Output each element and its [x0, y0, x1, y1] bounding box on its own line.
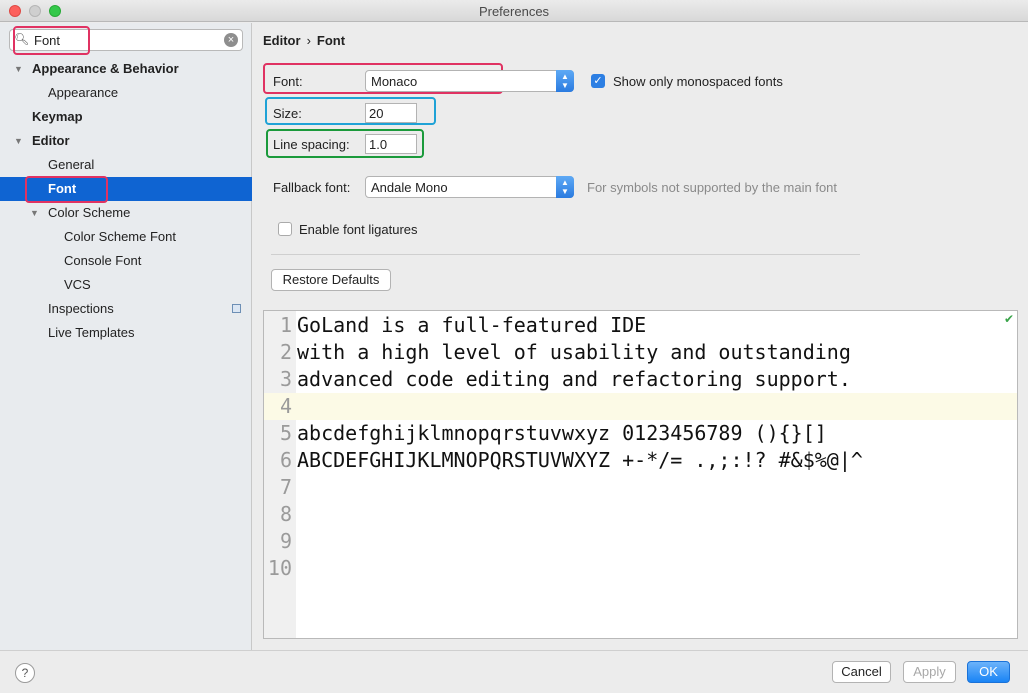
preview-line: 1 GoLand is a full-featured IDE — [264, 312, 1017, 339]
breadcrumb-parent[interactable]: Editor — [263, 33, 301, 48]
chevron-down-icon: ▼ — [30, 208, 39, 218]
fallback-font-label: Fallback font: — [273, 180, 351, 195]
preview-line-current: 4 — [264, 393, 1017, 420]
sidebar-item-live-templates[interactable]: Live Templates — [0, 321, 252, 345]
stepper-icon: ▲ ▼ — [556, 70, 574, 92]
stepper-icon: ▲ ▼ — [556, 176, 574, 198]
sidebar-item-color-scheme-font[interactable]: Color Scheme Font — [0, 225, 252, 249]
line-number: 4 — [279, 394, 292, 418]
sidebar-item-keymap[interactable]: Keymap — [0, 105, 252, 129]
title-bar: Preferences — [0, 0, 1028, 22]
font-select[interactable]: Monaco ▲ ▼ — [365, 70, 574, 92]
clear-icon[interactable]: × — [224, 33, 238, 47]
sidebar-item-editor[interactable]: ▼ Editor — [0, 129, 252, 153]
font-select-value: Monaco — [371, 74, 418, 89]
checkmark-icon: ✓ — [593, 75, 603, 87]
line-spacing-field[interactable]: 1.0 — [365, 134, 417, 154]
line-number: 10 — [267, 556, 292, 580]
fallback-font-value: Andale Mono — [371, 180, 448, 195]
search-highlight-box — [13, 26, 90, 55]
monospaced-checkbox[interactable]: ✓ — [591, 74, 605, 88]
preview-line: 6 ABCDEFGHIJKLMNOPQRSTUVWXYZ +-*/= .,;:!?… — [264, 447, 1017, 474]
window-title: Preferences — [478, 4, 550, 19]
sidebar-item-vcs[interactable]: VCS — [0, 273, 252, 297]
line-number: 5 — [279, 421, 292, 445]
line-number: 9 — [279, 529, 292, 553]
sidebar-item-label: VCS — [64, 277, 91, 292]
restore-defaults-button[interactable]: Restore Defaults — [271, 269, 391, 291]
line-text: advanced code editing and refactoring su… — [297, 367, 851, 391]
line-text: GoLand is a full-featured IDE — [297, 313, 647, 337]
breadcrumb-current: Font — [316, 33, 346, 48]
ligatures-label: Enable font ligatures — [299, 222, 418, 237]
preview-line: 10 — [264, 555, 1017, 582]
ligatures-checkbox[interactable] — [278, 222, 292, 236]
cancel-button[interactable]: Cancel — [832, 661, 891, 683]
section-divider — [271, 254, 860, 255]
monospaced-label: Show only monospaced fonts — [613, 74, 783, 89]
fallback-note: For symbols not supported by the main fo… — [587, 180, 838, 195]
sidebar-item-label: General — [48, 157, 95, 172]
preview-line: 8 — [264, 501, 1017, 528]
font-item-highlight-box — [25, 176, 108, 203]
sidebar-item-appearance[interactable]: Appearance — [0, 81, 252, 105]
sidebar-item-color-scheme[interactable]: ▼ Color Scheme — [0, 201, 252, 225]
sidebar-item-label: Appearance — [48, 85, 119, 100]
chevron-down-icon: ▼ — [14, 64, 23, 74]
sidebar-item-general[interactable]: General — [0, 153, 252, 177]
preview-line: 2 with a high level of usability and outs… — [264, 339, 1017, 366]
sidebar-item-label: Keymap — [32, 109, 83, 124]
settings-sidebar: 🔍︎ Font × ▼ Appearance & Behavior Appear… — [0, 23, 252, 650]
breadcrumb: Editor › Font — [263, 33, 345, 48]
line-text: with a high level of usability and outst… — [297, 340, 851, 364]
line-spacing-label: Line spacing: — [273, 137, 350, 152]
sidebar-item-label: Editor — [32, 133, 70, 148]
preview-line: 3 advanced code editing and refactoring s… — [264, 366, 1017, 393]
font-label: Font: — [273, 74, 303, 89]
preview-line: 5 abcdefghijklmnopqrstuvwxyz 0123456789 (… — [264, 420, 1017, 447]
line-number: 7 — [279, 475, 292, 499]
copy-icon — [232, 304, 241, 313]
preview-line: 9 — [264, 528, 1017, 555]
line-number: 1 — [279, 313, 292, 337]
apply-button[interactable]: Apply — [903, 661, 956, 683]
ok-button[interactable]: OK — [967, 661, 1010, 683]
sidebar-item-label: Console Font — [64, 253, 142, 268]
sidebar-item-appearance-behavior[interactable]: ▼ Appearance & Behavior — [0, 57, 252, 81]
line-number: 6 — [279, 448, 292, 472]
help-icon[interactable]: ? — [15, 663, 35, 683]
size-value: 20 — [369, 106, 384, 121]
sidebar-item-label: Color Scheme — [48, 205, 131, 220]
line-number: 3 — [279, 367, 292, 391]
dialog-footer: ? Cancel Apply OK — [0, 650, 1028, 693]
sidebar-item-inspections[interactable]: Inspections — [0, 297, 252, 321]
fallback-font-select[interactable]: Andale Mono ▲ ▼ — [365, 176, 574, 198]
breadcrumb-separator: › — [306, 33, 311, 48]
preview-line: 7 — [264, 474, 1017, 501]
line-spacing-value: 1.0 — [369, 137, 388, 152]
size-label: Size: — [273, 106, 302, 121]
line-number: 2 — [279, 340, 292, 364]
sidebar-item-label: Inspections — [48, 301, 114, 316]
sidebar-item-label: Live Templates — [48, 325, 135, 340]
font-preview-editor[interactable]: ✔ 1 GoLand is a full-featured IDE 2 with a… — [263, 310, 1018, 639]
chevron-down-icon: ▼ — [14, 136, 23, 146]
line-text: abcdefghijklmnopqrstuvwxyz 0123456789 ()… — [297, 421, 827, 445]
line-number: 8 — [279, 502, 292, 526]
sidebar-item-console-font[interactable]: Console Font — [0, 249, 252, 273]
size-field[interactable]: 20 — [365, 103, 417, 123]
sidebar-item-label: Appearance & Behavior — [32, 61, 179, 76]
sidebar-item-label: Color Scheme Font — [64, 229, 176, 244]
line-text: ABCDEFGHIJKLMNOPQRSTUVWXYZ +-*/= .,;:!? … — [297, 448, 863, 472]
